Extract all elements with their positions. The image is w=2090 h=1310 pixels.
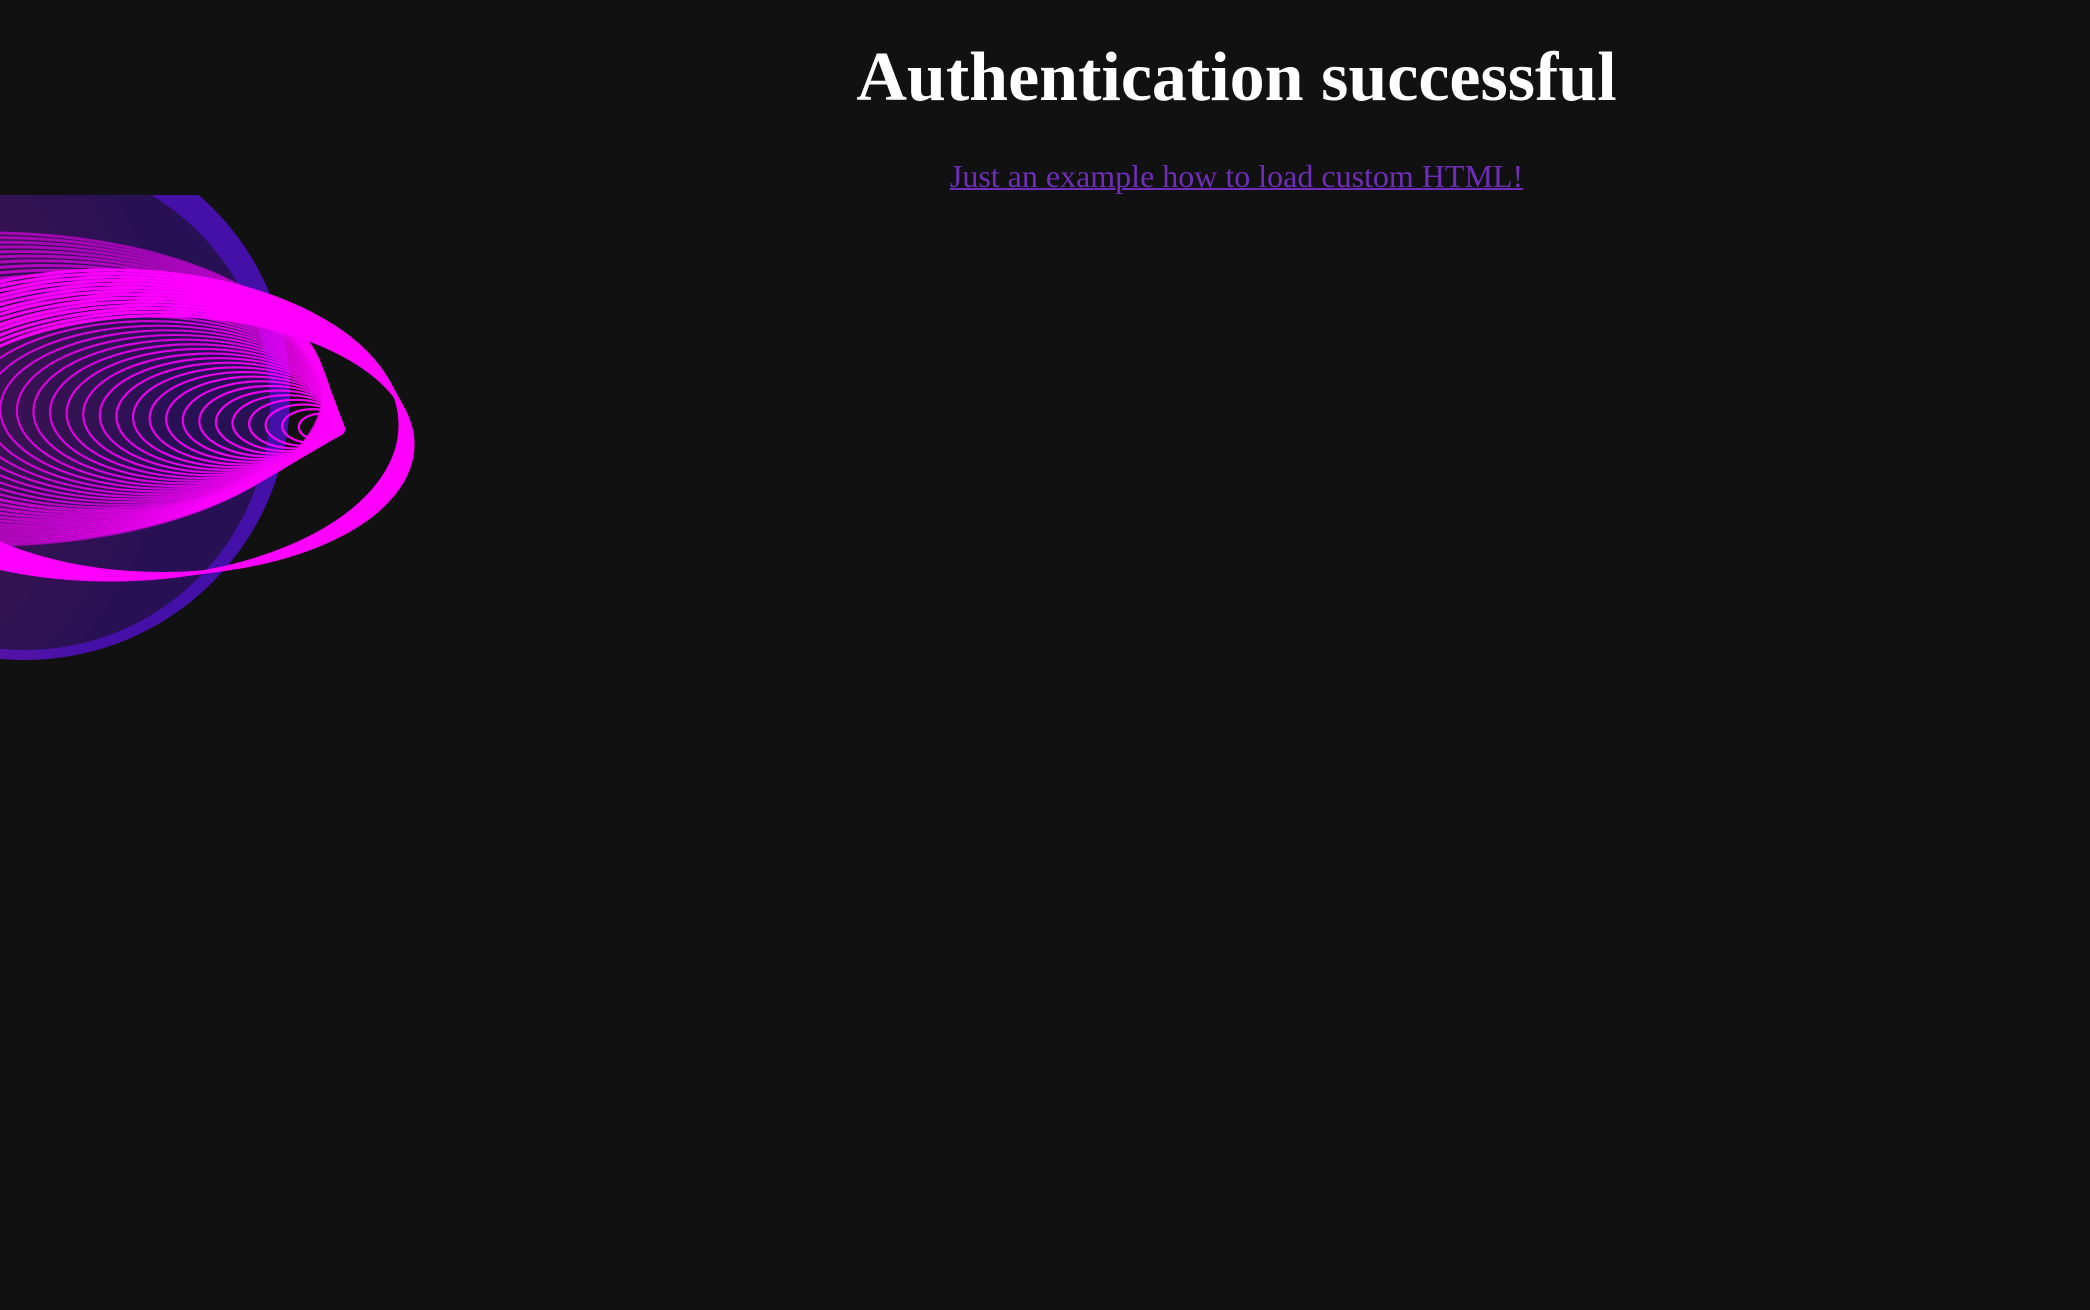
concentric-rings-icon <box>0 195 420 675</box>
custom-html-link[interactable]: Just an example how to load custom HTML! <box>950 158 1523 194</box>
page-title: Authentication successful <box>856 39 1617 116</box>
rings-graphic <box>0 195 415 660</box>
link-container: Just an example how to load custom HTML! <box>0 152 2090 200</box>
